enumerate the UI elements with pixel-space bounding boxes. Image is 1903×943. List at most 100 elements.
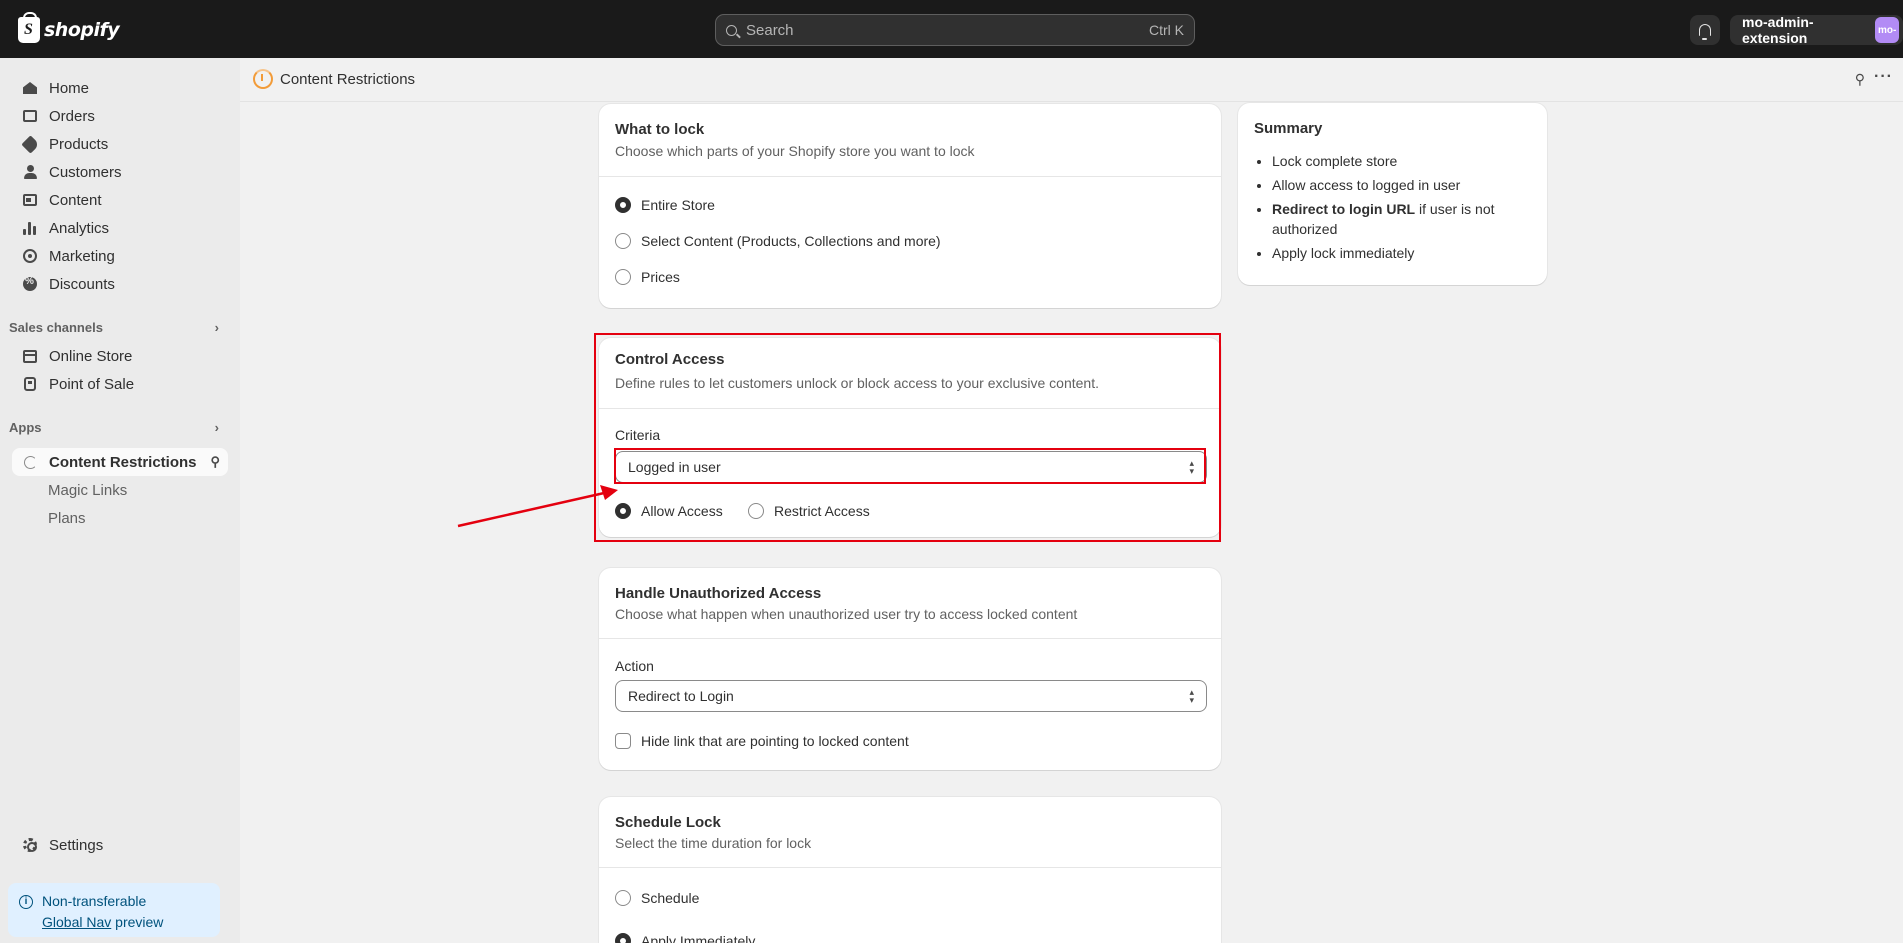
sidebar-item-label: Point of Sale [49,375,135,393]
sidebar-item-analytics[interactable]: Analytics [12,214,228,242]
card-description: Choose what happen when unauthorized use… [615,606,1078,622]
radio-button[interactable] [615,933,631,943]
sidebar-item-products[interactable]: Products [12,130,228,158]
divider [599,638,1221,639]
list-item: Redirect to login URL if user is not aut… [1272,199,1542,239]
sidebar-item-label: Settings [49,836,104,854]
content-restrictions-app-icon [253,69,273,89]
sidebar-item-customers[interactable]: Customers [12,158,228,186]
more-actions-icon[interactable]: ··· [1874,68,1893,86]
radio-button[interactable] [615,197,631,213]
person-icon [22,164,38,180]
sidebar-item-label: Content [49,191,102,209]
sidebar-item-label: Online Store [49,347,133,365]
gear-icon [22,837,38,853]
bar-chart-icon [22,220,38,236]
section-heading-label: Apps [9,420,42,435]
top-bar: S shopify Search Ctrl K mo-admin-extensi… [0,0,1903,58]
radio-label: Prices [641,269,680,285]
notice-line1: Non-transferable [42,893,147,909]
sidebar-item-label: Products [49,135,109,153]
bell-icon [1699,24,1711,40]
sidebar-item-content-restrictions[interactable]: Content Restrictions ⚲ [12,448,228,476]
sidebar-item-online-store[interactable]: Online Store [12,342,228,370]
store-icon [22,348,38,364]
radio-button[interactable] [615,890,631,906]
page-title: Content Restrictions [280,71,416,88]
sidebar-item-content[interactable]: Content [12,186,228,214]
pin-icon[interactable]: ⚲ [210,454,220,470]
sidebar-item-settings[interactable]: Settings [12,831,228,859]
pin-icon[interactable]: ⚲ [1855,71,1865,88]
notifications-button[interactable] [1690,15,1720,45]
search-input[interactable]: Search Ctrl K [715,14,1195,46]
radio-label: Entire Store [641,197,715,213]
list-item: Lock complete store [1272,151,1542,171]
account-menu-button[interactable]: mo-admin-extension mo- [1730,14,1903,46]
target-icon [22,248,38,264]
hide-links-checkbox-row[interactable]: Hide link that are pointing to locked co… [615,733,909,749]
card-description: Choose which parts of your Shopify store… [615,143,975,159]
action-label: Action [615,658,654,674]
annotation-arrow [457,485,618,528]
action-select[interactable]: Redirect to Login ▴ ▾ [615,680,1207,712]
chevron-right-icon: › [214,420,219,435]
sidebar-item-orders[interactable]: Orders [12,102,228,130]
sidebar-item-point-of-sale[interactable]: Point of Sale [12,370,228,398]
sidebar-item-label: Discounts [49,275,115,293]
info-icon: i [19,895,33,909]
sidebar-item-plans[interactable]: Plans [12,504,228,532]
radio-button[interactable] [615,233,631,249]
shopify-logo[interactable]: S shopify [18,12,120,43]
sidebar-item-label: Analytics [49,219,110,237]
sidebar: Home Orders Products Customers Content A… [0,58,240,943]
shopping-bag-icon: S [18,12,40,43]
card-description: Select the time duration for lock [615,835,812,851]
apps-heading[interactable]: Apps › [9,420,225,435]
search-icon [726,24,737,36]
card-title: Schedule Lock [615,814,721,831]
orders-icon [22,108,38,124]
divider [599,176,1221,177]
list-item: Allow access to logged in user [1272,175,1542,195]
sidebar-item-discounts[interactable]: Discounts [12,270,228,298]
card-title: Summary [1254,120,1323,137]
hide-links-checkbox[interactable] [615,733,631,749]
radio-apply-immediately[interactable]: Apply Immediately [615,933,755,943]
tag-icon [20,134,40,154]
search-shortcut: Ctrl K [1149,22,1184,38]
global-nav-link[interactable]: Global Nav [42,914,111,930]
select-chevron-icon: ▴ ▾ [1189,687,1194,705]
radio-prices[interactable]: Prices [615,269,680,285]
section-heading-label: Sales channels [9,320,103,335]
radio-select-content[interactable]: Select Content (Products, Collections an… [615,233,941,249]
sidebar-item-label: Marketing [49,247,115,265]
summary-card: Summary Lock complete store Allow access… [1238,103,1547,285]
sidebar-item-label: Content Restrictions [49,453,197,471]
what-to-lock-card: What to lock Choose which parts of your … [599,104,1221,308]
chevron-right-icon: › [214,320,219,335]
radio-button[interactable] [615,269,631,285]
card-title: Handle Unauthorized Access [615,585,822,602]
radio-label: Apply Immediately [641,933,756,943]
radio-label: Select Content (Products, Collections an… [641,233,941,249]
card-title: What to lock [615,121,705,138]
sidebar-item-label: Magic Links [48,481,128,499]
sidebar-item-magic-links[interactable]: Magic Links [12,476,228,504]
avatar: mo- [1875,17,1899,43]
select-value: Redirect to Login [628,688,734,704]
global-nav-notice: i Non-transferable Global Nav preview [8,883,220,937]
annotation-highlight-box [594,333,1221,542]
radio-schedule[interactable]: Schedule [615,890,699,906]
sidebar-item-marketing[interactable]: Marketing [12,242,228,270]
summary-bold-text: Redirect to login URL [1272,201,1416,217]
discount-icon [22,276,38,292]
sidebar-item-label: Plans [48,509,86,527]
sidebar-item-label: Customers [49,163,122,181]
sidebar-item-home[interactable]: Home [12,74,228,102]
search-placeholder: Search [746,21,794,39]
sales-channels-heading[interactable]: Sales channels › [9,320,225,335]
home-icon [22,80,38,96]
app-icon [22,454,38,470]
radio-entire-store[interactable]: Entire Store [615,197,715,213]
